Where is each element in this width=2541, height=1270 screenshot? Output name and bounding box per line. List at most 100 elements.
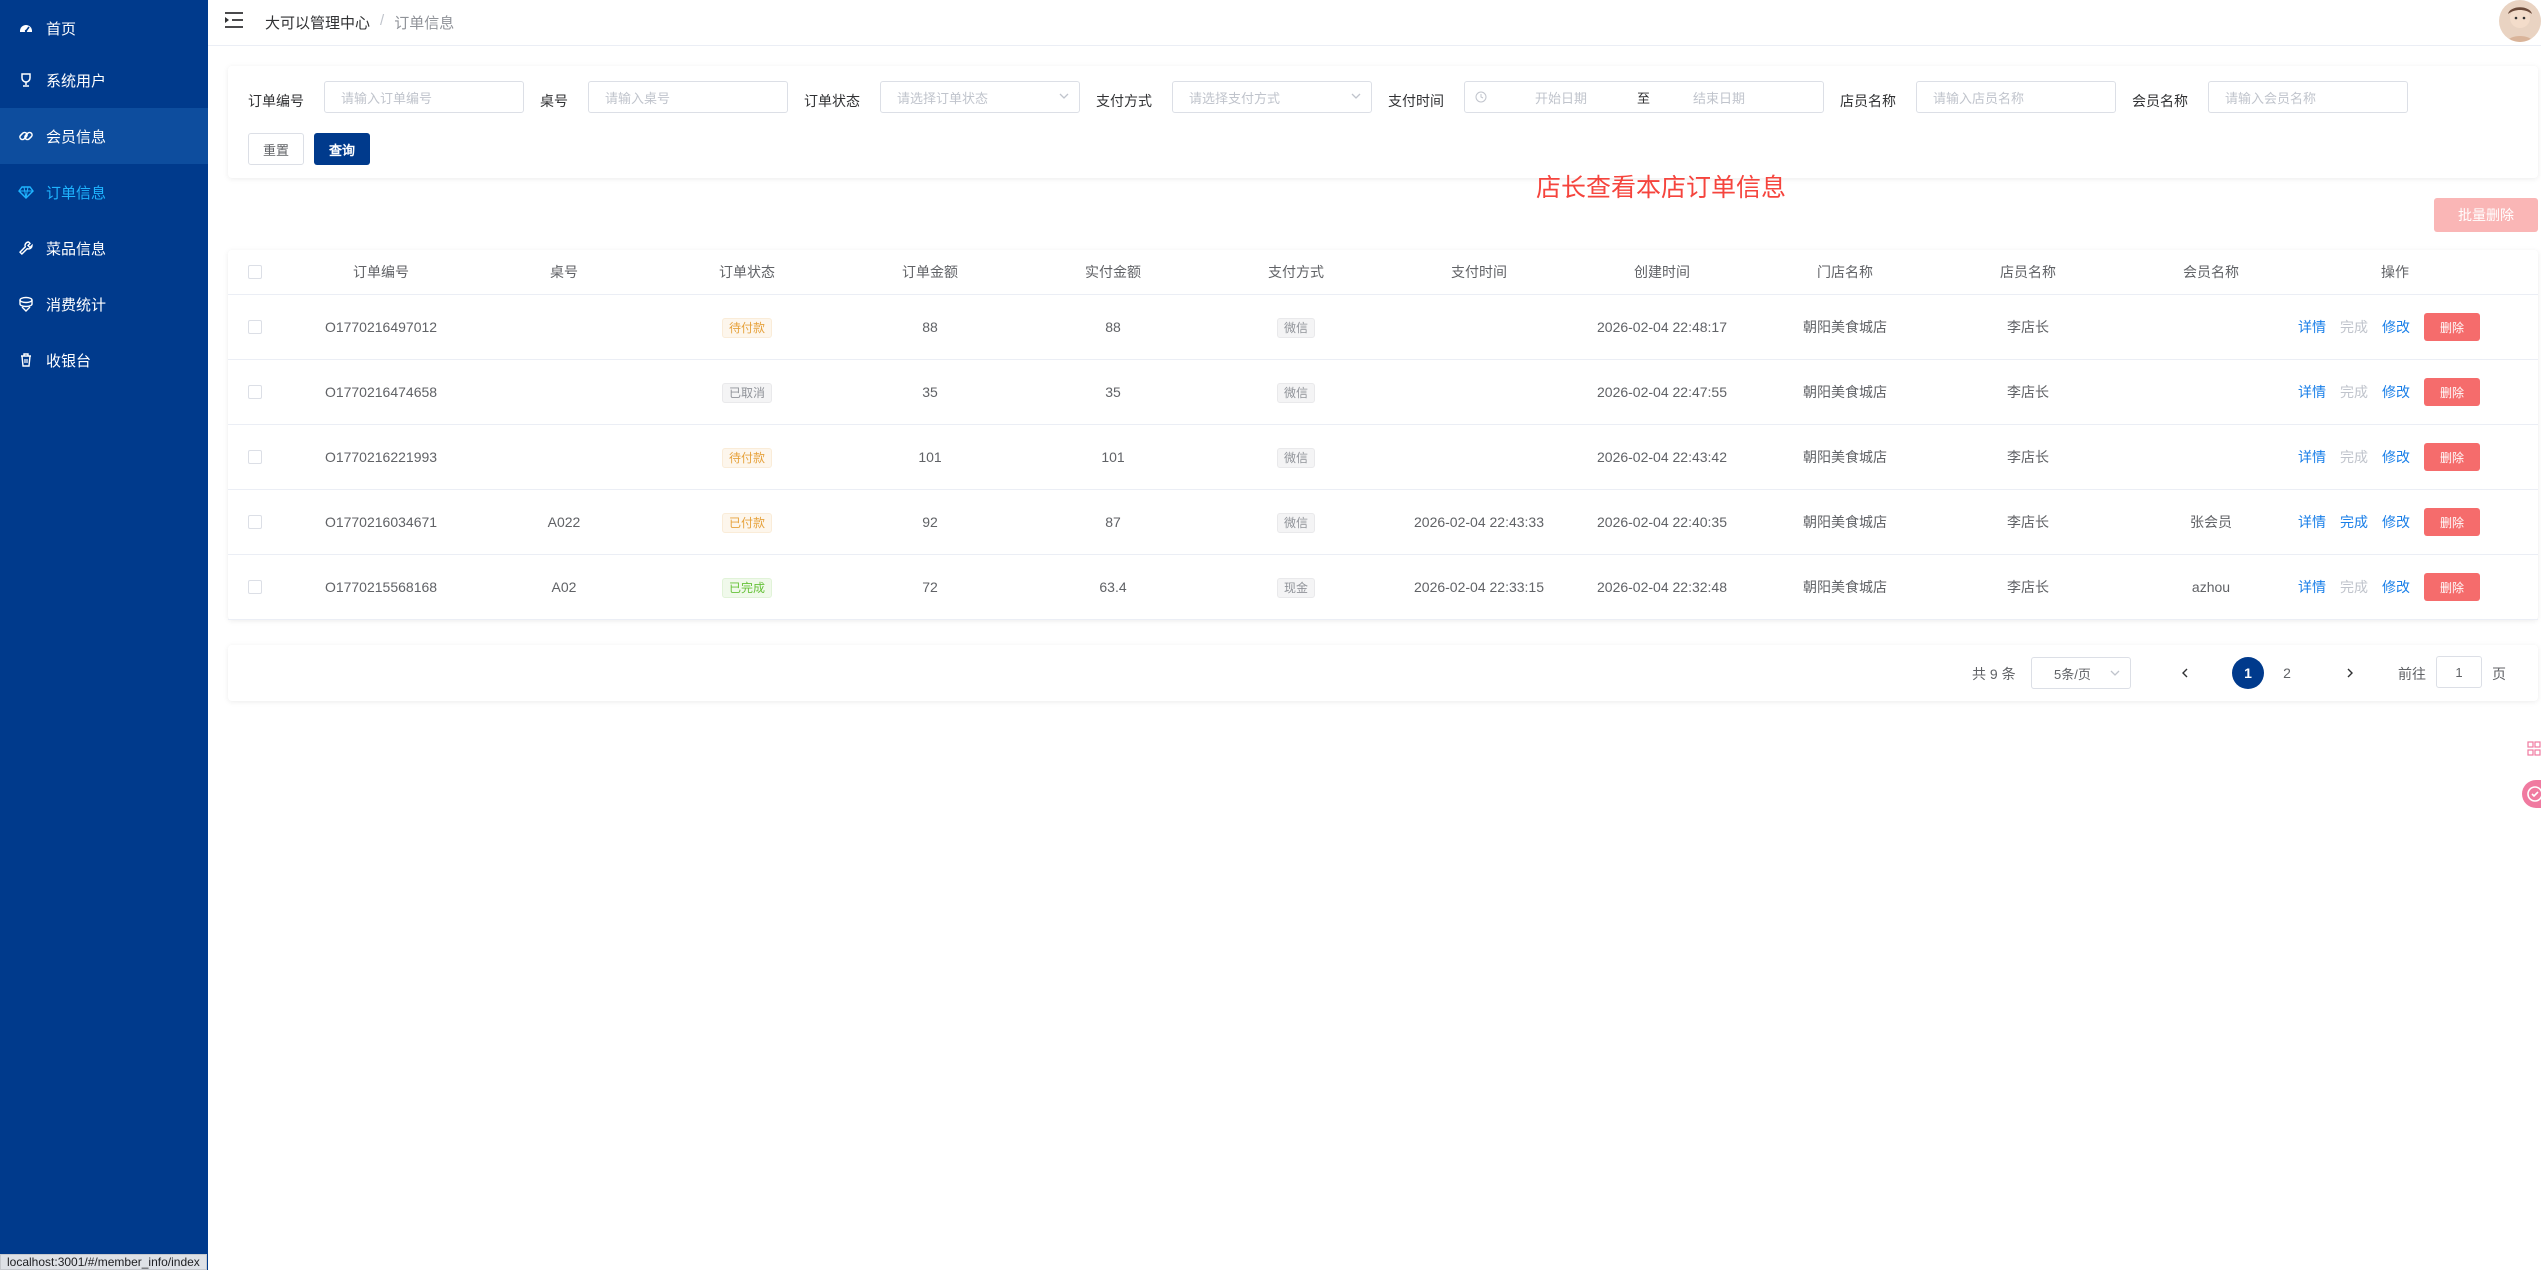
column-header: 操作 bbox=[2381, 264, 2409, 280]
amount-cell: 101 bbox=[918, 449, 942, 465]
row-actions: 详情 完成 修改 删除 bbox=[2298, 295, 2480, 359]
complete-link[interactable]: 完成 bbox=[2340, 512, 2368, 532]
row-checkbox[interactable] bbox=[248, 385, 262, 399]
query-button[interactable]: 查询 bbox=[314, 133, 370, 165]
clerk-label: 店员名称 bbox=[1840, 93, 1896, 109]
menu-fold-icon[interactable] bbox=[224, 11, 244, 29]
sidebar-item-system-users[interactable]: 系统用户 bbox=[0, 52, 208, 108]
amount-cell: 35 bbox=[922, 384, 938, 400]
column-header: 支付方式 bbox=[1268, 264, 1324, 280]
column-header: 桌号 bbox=[550, 264, 578, 280]
range-separator: 至 bbox=[1637, 90, 1651, 106]
edit-link[interactable]: 修改 bbox=[2382, 577, 2410, 597]
delete-button[interactable]: 删除 bbox=[2424, 313, 2480, 341]
order-no-input[interactable]: 请输入订单编号 bbox=[324, 81, 524, 113]
reset-button[interactable]: 重置 bbox=[248, 133, 304, 165]
row-checkbox[interactable] bbox=[248, 580, 262, 594]
delete-button[interactable]: 删除 bbox=[2424, 378, 2480, 406]
sidebar-item-order-info[interactable]: 订单信息 bbox=[0, 164, 208, 220]
breadcrumb-root[interactable]: 大可以管理中心 bbox=[265, 12, 370, 33]
avatar[interactable] bbox=[2499, 0, 2541, 42]
table-no-input[interactable]: 请输入桌号 bbox=[588, 81, 788, 113]
assistant-float-button[interactable] bbox=[2522, 780, 2541, 808]
edit-link[interactable]: 修改 bbox=[2382, 447, 2410, 467]
table-row: O1770215568168 A02 已完成 72 63.4 现金 2026-02-04 2… bbox=[228, 555, 2538, 620]
order-status-label: 订单状态 bbox=[804, 93, 860, 109]
top-header: 大可以管理中心 / 订单信息 bbox=[208, 0, 2541, 46]
sidebar-item-label: 菜品信息 bbox=[46, 240, 107, 258]
delete-button[interactable]: 删除 bbox=[2424, 443, 2480, 471]
status-badge: 已完成 bbox=[721, 578, 772, 599]
complete-link[interactable]: 完成 bbox=[2340, 447, 2368, 467]
delete-button[interactable]: 删除 bbox=[2424, 573, 2480, 601]
column-header: 创建时间 bbox=[1634, 264, 1690, 280]
sidebar-item-label: 会员信息 bbox=[46, 128, 107, 146]
status-cell: 已完成 bbox=[672, 555, 822, 619]
row-checkbox[interactable] bbox=[248, 320, 262, 334]
sidebar-item-home[interactable]: 首页 bbox=[0, 0, 208, 56]
status-bar-url: localhost:3001/#/member_info/index bbox=[0, 1254, 207, 1270]
total-count: 共 9 条 bbox=[1972, 666, 2016, 682]
goto-page-input[interactable]: 1 bbox=[2436, 656, 2482, 688]
order-no-cell: O1770216034671 bbox=[324, 514, 438, 530]
pay-time-range-picker[interactable]: 开始日期 至 结束日期 bbox=[1464, 81, 1824, 113]
detail-link[interactable]: 详情 bbox=[2298, 382, 2326, 402]
select-all-checkbox[interactable] bbox=[248, 265, 262, 279]
edit-link[interactable]: 修改 bbox=[2382, 382, 2410, 402]
sidebar-item-label: 首页 bbox=[46, 20, 77, 38]
start-date-input[interactable]: 开始日期 bbox=[1535, 88, 1587, 107]
end-date-input[interactable]: 结束日期 bbox=[1693, 88, 1745, 107]
clerk-input[interactable]: 请输入店员名称 bbox=[1916, 81, 2116, 113]
sidebar-item-consumption-stats[interactable]: 消费统计 bbox=[0, 276, 208, 332]
pay-method-cell: 现金 bbox=[1221, 555, 1371, 619]
pay-method-label: 支付方式 bbox=[1096, 93, 1152, 109]
sidebar-item-dish-info[interactable]: 菜品信息 bbox=[0, 220, 208, 276]
sidebar-item-label: 收银台 bbox=[46, 352, 92, 370]
prev-page-button[interactable] bbox=[2175, 659, 2195, 687]
clerk-cell: 李店长 bbox=[2007, 449, 2049, 465]
sidebar-item-cashier[interactable]: 收银台 bbox=[0, 332, 208, 388]
sidebar-item-member-info[interactable]: 会员信息 bbox=[0, 108, 208, 164]
page-size-select[interactable]: 5条/页 bbox=[2031, 657, 2131, 689]
pay-method-select[interactable]: 请选择支付方式 bbox=[1172, 81, 1372, 113]
row-checkbox[interactable] bbox=[248, 450, 262, 464]
column-header: 门店名称 bbox=[1817, 264, 1873, 280]
assistant-icon bbox=[2527, 786, 2541, 802]
edit-link[interactable]: 修改 bbox=[2382, 512, 2410, 532]
detail-link[interactable]: 详情 bbox=[2298, 447, 2326, 467]
paid-cell: 35 bbox=[1105, 384, 1121, 400]
store-cell: 朝阳美食城店 bbox=[1803, 319, 1887, 335]
clerk-cell: 李店长 bbox=[2007, 319, 2049, 335]
chevron-left-icon bbox=[2182, 668, 2188, 678]
amount-cell: 92 bbox=[922, 514, 938, 530]
chevron-down-icon bbox=[2110, 670, 2120, 676]
pay-time-cell: 2026-02-04 22:33:15 bbox=[1414, 579, 1544, 595]
pay-method-cell: 微信 bbox=[1221, 360, 1371, 424]
status-cell: 已取消 bbox=[672, 360, 822, 424]
column-header: 支付时间 bbox=[1451, 264, 1507, 280]
clerk-cell: 李店长 bbox=[2007, 384, 2049, 400]
member-input[interactable]: 请输入会员名称 bbox=[2208, 81, 2408, 113]
detail-link[interactable]: 详情 bbox=[2298, 317, 2326, 337]
row-checkbox[interactable] bbox=[248, 515, 262, 529]
complete-link[interactable]: 完成 bbox=[2340, 577, 2368, 597]
delete-button[interactable]: 删除 bbox=[2424, 508, 2480, 536]
coin-stack-icon bbox=[18, 296, 34, 312]
trash-icon bbox=[18, 352, 34, 368]
detail-link[interactable]: 详情 bbox=[2298, 577, 2326, 597]
order-status-select[interactable]: 请选择订单状态 bbox=[880, 81, 1080, 113]
detail-link[interactable]: 详情 bbox=[2298, 512, 2326, 532]
complete-link[interactable]: 完成 bbox=[2340, 382, 2368, 402]
table-no-cell bbox=[489, 360, 639, 424]
link-icon bbox=[18, 128, 34, 144]
pay-time-cell bbox=[1404, 295, 1554, 359]
batch-delete-button[interactable]: 批量删除 bbox=[2434, 198, 2538, 232]
pay-method-badge: 现金 bbox=[1276, 578, 1315, 599]
edit-link[interactable]: 修改 bbox=[2382, 317, 2410, 337]
complete-link[interactable]: 完成 bbox=[2340, 317, 2368, 337]
next-page-button[interactable] bbox=[2340, 659, 2360, 687]
grid-widget-icon[interactable] bbox=[2524, 738, 2541, 760]
sidebar-item-label: 系统用户 bbox=[46, 72, 107, 90]
page-number[interactable]: 2 bbox=[2271, 657, 2303, 689]
page-number[interactable]: 1 bbox=[2232, 657, 2264, 689]
